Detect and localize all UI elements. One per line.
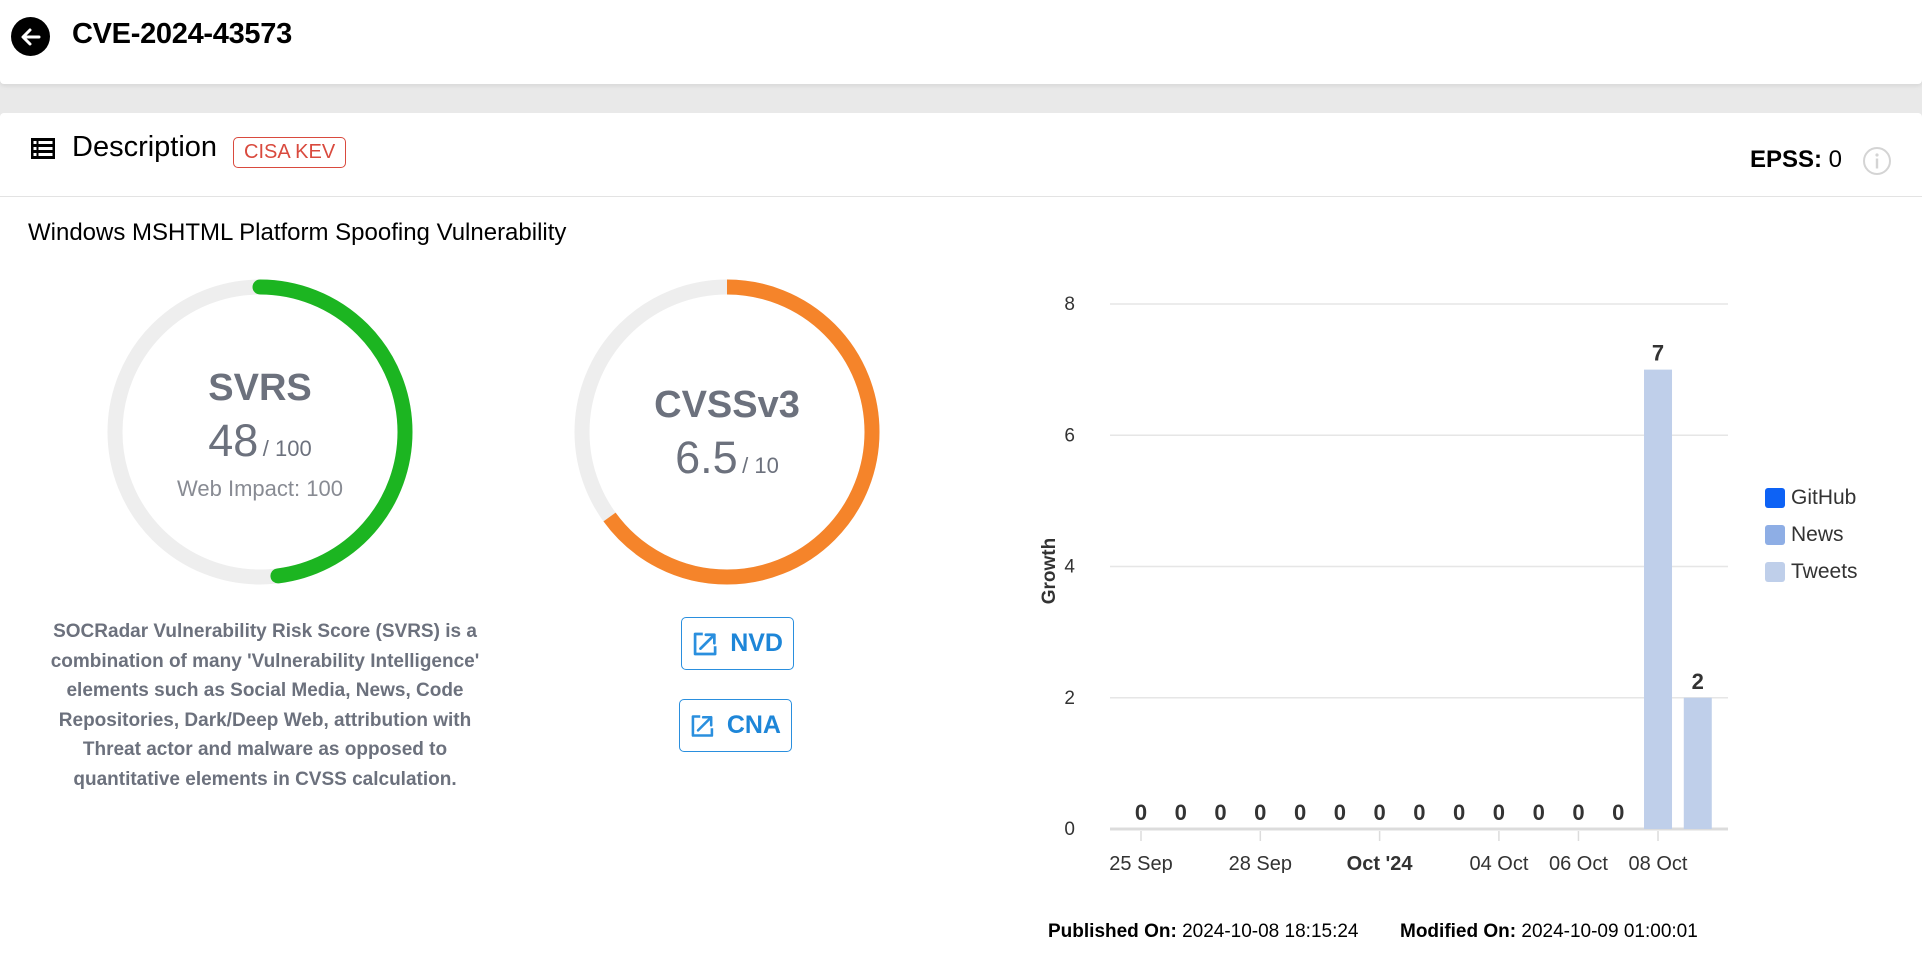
data-label: 0 bbox=[1453, 800, 1465, 825]
section-title: Description bbox=[72, 131, 218, 163]
y-tick-label: 4 bbox=[1064, 557, 1075, 578]
svrs-max: / 100 bbox=[262, 436, 312, 461]
data-label: 0 bbox=[1175, 800, 1187, 825]
epss-label: EPSS: bbox=[1749, 146, 1822, 173]
chart-x-ticks: 25 Sep 28 Sep Oct '24 04 Oct 06 Oct 08 Oct bbox=[1109, 831, 1688, 875]
cvss-title: CVSSv3 bbox=[654, 384, 800, 426]
legend-item-github[interactable]: GitHub bbox=[1765, 479, 1858, 516]
legend-item-news[interactable]: News bbox=[1765, 516, 1858, 553]
cvss-gauge: CVSSv3 6.5 / 10 bbox=[574, 279, 880, 585]
legend-label: GitHub bbox=[1791, 485, 1857, 509]
cna-link-button[interactable]: CNA bbox=[679, 699, 792, 752]
data-label: 7 bbox=[1652, 341, 1664, 366]
x-tick-label: 25 Sep bbox=[1109, 853, 1172, 873]
cvss-score: 6.5 bbox=[675, 432, 738, 483]
nvd-link-button[interactable]: NVD bbox=[681, 617, 794, 670]
chart-gridlines bbox=[1110, 303, 1728, 831]
data-label: 0 bbox=[1533, 800, 1545, 825]
info-icon[interactable] bbox=[1862, 146, 1892, 176]
svrs-score: 48 bbox=[208, 415, 259, 466]
cve-summary: Windows MSHTML Platform Spoofing Vulnera… bbox=[28, 219, 567, 246]
x-tick-label: Oct '24 bbox=[1347, 853, 1414, 873]
data-label: 0 bbox=[1572, 800, 1584, 825]
legend-swatch bbox=[1765, 487, 1785, 508]
top-bar: CVE-2024-43573 bbox=[0, 0, 1922, 84]
data-label: 0 bbox=[1612, 800, 1624, 825]
data-label: 2 bbox=[1692, 669, 1704, 694]
cvss-max: / 10 bbox=[742, 453, 779, 478]
data-label: 0 bbox=[1135, 800, 1147, 825]
chart-data-labels: 0 0 0 0 0 0 0 0 0 0 0 0 0 7 2 bbox=[1135, 341, 1704, 825]
chart-legend: GitHub News Tweets bbox=[1765, 479, 1858, 590]
legend-swatch bbox=[1765, 561, 1785, 582]
published-date: Published On: 2024-10-08 18:15:24 bbox=[1048, 921, 1359, 943]
cvss-score-line: 6.5 / 10 bbox=[574, 432, 880, 484]
data-label: 0 bbox=[1413, 800, 1425, 825]
external-link-icon bbox=[691, 714, 714, 737]
data-label: 0 bbox=[1373, 800, 1385, 825]
back-button[interactable] bbox=[11, 17, 50, 56]
y-tick-label: 8 bbox=[1064, 294, 1075, 315]
svrs-explanation: SOCRadar Vulnerability Risk Score (SVRS)… bbox=[50, 621, 480, 790]
bar-tweets bbox=[1644, 369, 1673, 829]
modified-value: 2024-10-09 01:00:01 bbox=[1521, 921, 1698, 942]
arrow-left-icon bbox=[21, 28, 40, 45]
data-label: 0 bbox=[1214, 800, 1226, 825]
bar-tweets bbox=[1683, 697, 1712, 829]
page-title: CVE-2024-43573 bbox=[72, 18, 292, 50]
cna-link-label: CNA bbox=[726, 711, 781, 739]
x-tick-label: 04 Oct bbox=[1469, 853, 1528, 873]
external-link-icon bbox=[693, 632, 717, 655]
chart-y-ticks: 0 2 4 6 8 bbox=[1064, 294, 1075, 840]
legend-swatch bbox=[1765, 524, 1785, 545]
legend-label: Tweets bbox=[1791, 559, 1858, 583]
data-label: 0 bbox=[1493, 800, 1505, 825]
x-tick-label: 08 Oct bbox=[1629, 853, 1688, 873]
legend-label: News bbox=[1791, 522, 1844, 546]
published-label: Published On: bbox=[1048, 921, 1177, 942]
nvd-link-label: NVD bbox=[730, 629, 783, 657]
published-value: 2024-10-08 18:15:24 bbox=[1182, 921, 1359, 942]
svrs-score-line: 48 / 100 bbox=[107, 415, 413, 467]
modified-date: Modified On: 2024-10-09 01:00:01 bbox=[1400, 921, 1698, 943]
y-tick-label: 0 bbox=[1064, 819, 1075, 840]
data-label: 0 bbox=[1334, 800, 1346, 825]
svrs-gauge: SVRS 48 / 100 Web Impact: 100 bbox=[107, 279, 413, 585]
data-label: 0 bbox=[1294, 800, 1306, 825]
cve-detail-card: Description CISA KEV EPSS: 0 Windows MSH… bbox=[0, 113, 1922, 960]
x-tick-label: 28 Sep bbox=[1229, 853, 1292, 873]
list-icon bbox=[31, 138, 55, 159]
epss-score: EPSS: 0 bbox=[1750, 146, 1842, 174]
cisa-kev-badge: CISA KEV bbox=[233, 137, 347, 168]
chart-y-axis-label: Growth bbox=[1039, 538, 1060, 605]
x-tick-label: 06 Oct bbox=[1549, 853, 1608, 873]
epss-value: 0 bbox=[1828, 146, 1842, 173]
svrs-title: SVRS bbox=[208, 367, 312, 409]
legend-item-tweets[interactable]: Tweets bbox=[1765, 553, 1858, 590]
card-header: Description CISA KEV EPSS: 0 bbox=[0, 113, 1922, 197]
modified-label: Modified On: bbox=[1400, 921, 1517, 942]
data-label: 0 bbox=[1254, 800, 1266, 825]
chart-bars bbox=[1644, 369, 1712, 829]
svrs-web-impact: Web Impact: 100 bbox=[177, 476, 343, 501]
y-tick-label: 2 bbox=[1064, 688, 1075, 709]
y-tick-label: 6 bbox=[1064, 425, 1075, 446]
